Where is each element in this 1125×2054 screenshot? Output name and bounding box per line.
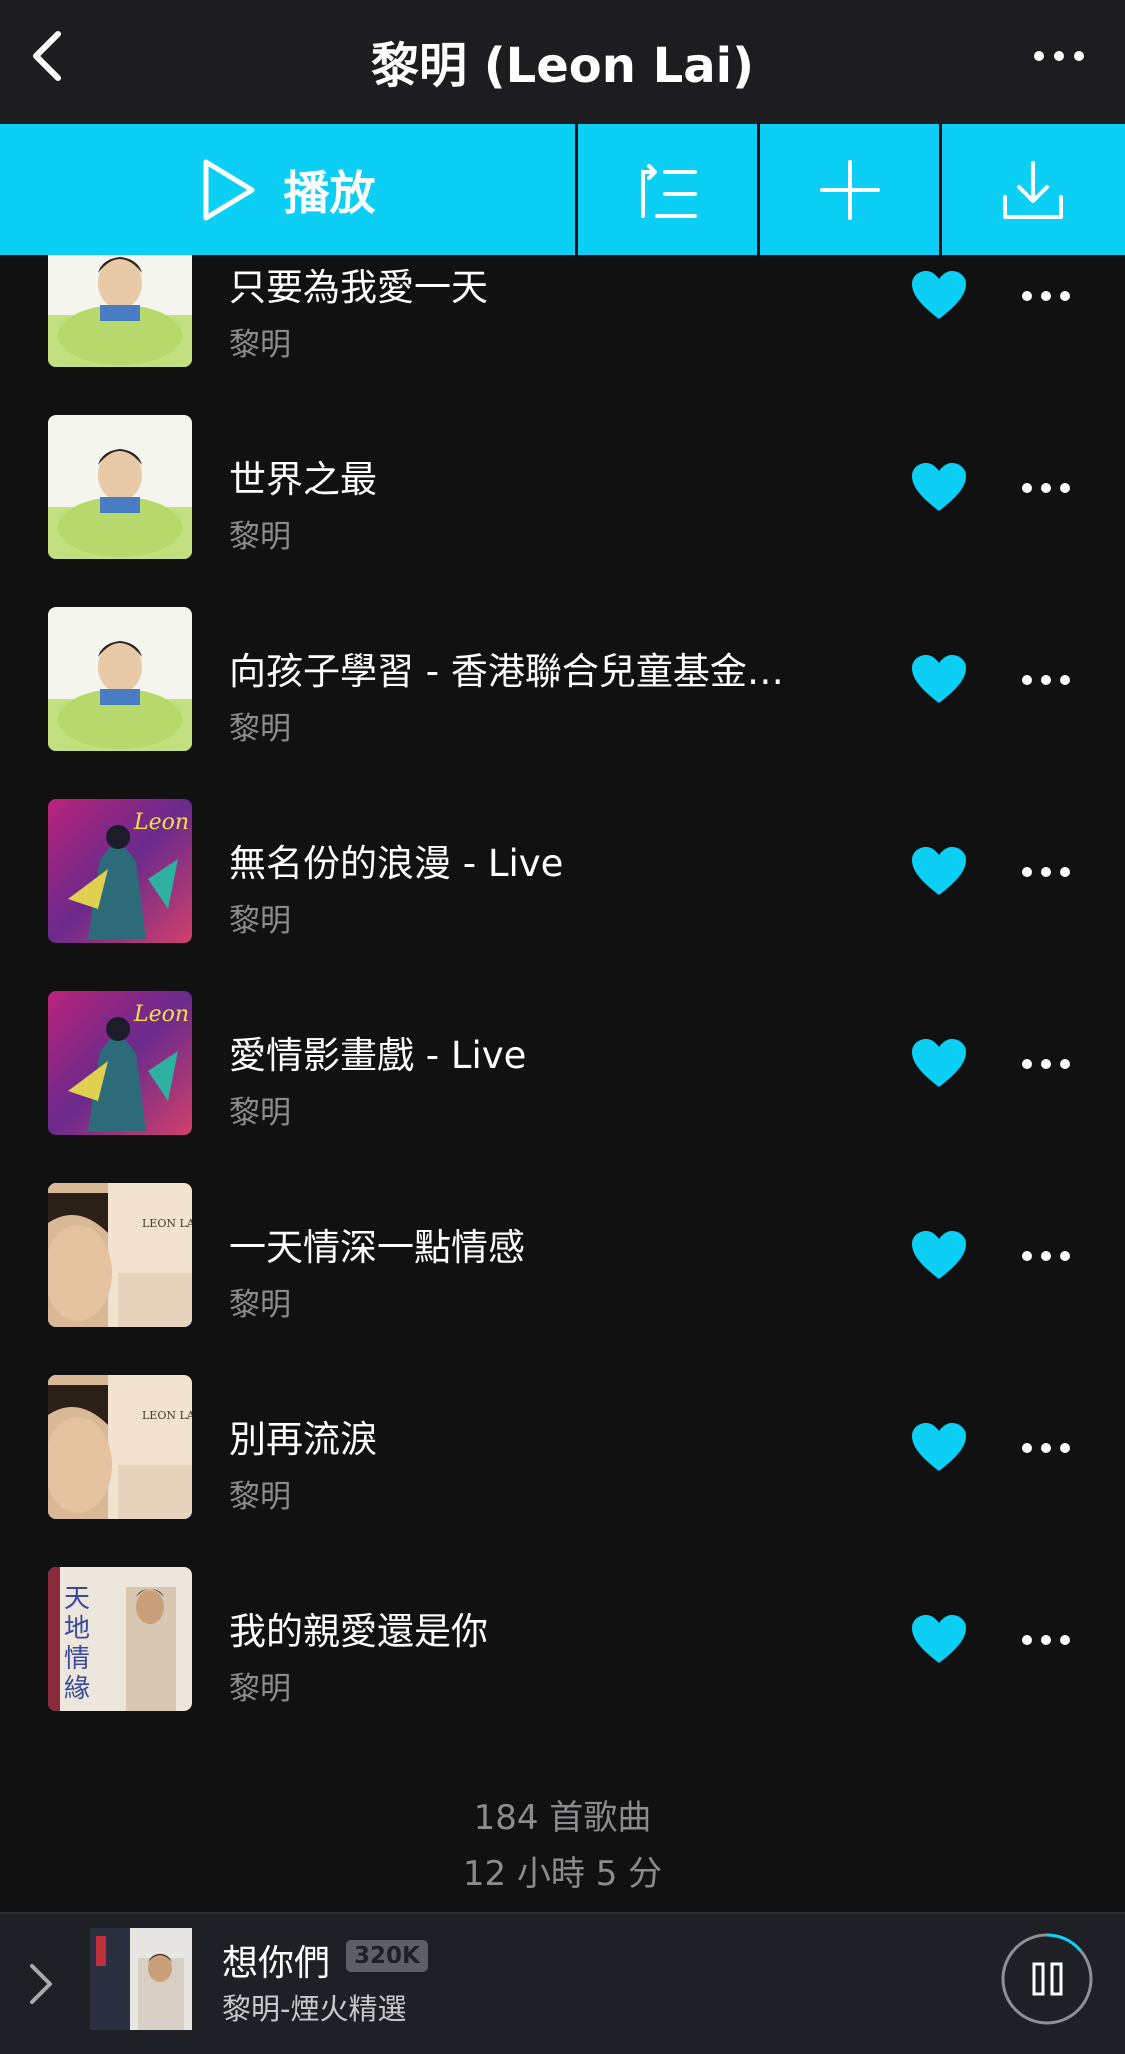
cover-text: 天地情緣 — [64, 1584, 90, 1704]
now-playing-subtitle: 黎明-煙火精選 — [222, 1992, 407, 2026]
more-icon[interactable] — [1020, 1633, 1072, 1647]
song-artist: 黎明 — [229, 327, 291, 363]
download-icon — [1003, 160, 1063, 219]
more-icon[interactable] — [1020, 865, 1072, 879]
album-cover: LEON LAI — [48, 1183, 192, 1327]
song-artist: 黎明 — [229, 711, 291, 747]
play-all-button[interactable]: 播放 — [0, 124, 578, 255]
more-icon[interactable] — [1020, 481, 1072, 495]
chevron-right-icon[interactable] — [22, 1960, 58, 2008]
now-playing-cover — [90, 1928, 192, 2030]
song-title: 向孩子學習 - 香港聯合兒童基金… — [229, 650, 784, 693]
more-icon[interactable] — [1020, 1249, 1072, 1263]
queue-list-icon — [640, 163, 697, 218]
song-row[interactable]: 只要為我愛一天 黎明 — [0, 255, 1125, 391]
add-button[interactable] — [760, 124, 942, 255]
song-title: 一天情深一點情感 — [229, 1226, 525, 1269]
song-artist: 黎明 — [229, 1095, 291, 1131]
song-row[interactable]: Leon 愛情影畫戲 - Live 黎明 — [0, 967, 1125, 1159]
total-duration: 12 小時 5 分 — [462, 1854, 663, 1894]
heart-icon[interactable] — [910, 1229, 968, 1281]
song-row[interactable]: 天地情緣 我的親愛還是你 黎明 — [0, 1543, 1125, 1715]
album-cover — [48, 255, 192, 367]
now-playing-title: 想你們 — [222, 1943, 331, 1984]
more-icon[interactable] — [1020, 289, 1072, 303]
top-bar: 黎明 (Leon Lai) — [0, 0, 1125, 124]
song-row[interactable]: Leon 無名份的浪漫 - Live 黎明 — [0, 775, 1125, 967]
song-title: 我的親愛還是你 — [229, 1610, 488, 1653]
more-options-icon[interactable] — [1029, 34, 1089, 78]
now-playing-bar[interactable]: 想你們 320K 黎明-煙火精選 — [0, 1912, 1125, 2054]
song-row[interactable]: LEON LAI 別再流淚 黎明 — [0, 1351, 1125, 1543]
song-title: 世界之最 — [229, 458, 377, 501]
song-title: 別再流淚 — [229, 1418, 377, 1461]
download-button[interactable] — [942, 124, 1124, 255]
more-icon[interactable] — [1020, 673, 1072, 687]
heart-icon[interactable] — [910, 1613, 968, 1665]
heart-icon[interactable] — [910, 1421, 968, 1473]
album-cover — [48, 415, 192, 559]
album-cover: LEON LAI — [48, 1375, 192, 1519]
heart-icon[interactable] — [910, 269, 968, 321]
play-all-label: 播放 — [283, 165, 376, 220]
play-icon — [203, 159, 254, 220]
more-icon[interactable] — [1020, 1057, 1072, 1071]
pause-button[interactable] — [1000, 1932, 1094, 2026]
song-artist: 黎明 — [229, 1479, 291, 1515]
song-count: 184 首歌曲 — [473, 1798, 652, 1838]
song-row[interactable]: 世界之最 黎明 — [0, 391, 1125, 583]
cover-text: LEON LAI — [142, 1217, 192, 1230]
page-title: 黎明 (Leon Lai) — [370, 38, 755, 94]
song-row[interactable]: LEON LAI 一天情深一點情感 黎明 — [0, 1159, 1125, 1351]
song-row[interactable]: 向孩子學習 - 香港聯合兒童基金… 黎明 — [0, 583, 1125, 775]
more-icon[interactable] — [1020, 1441, 1072, 1455]
cover-text: LEON LAI — [142, 1409, 192, 1422]
action-toolbar: 播放 — [0, 124, 1125, 255]
cover-text: Leon — [133, 1002, 189, 1027]
song-artist: 黎明 — [229, 519, 291, 555]
heart-icon[interactable] — [910, 653, 968, 705]
song-title: 愛情影畫戲 - Live — [229, 1034, 527, 1077]
song-title: 無名份的浪漫 - Live — [229, 842, 564, 885]
heart-icon[interactable] — [910, 1037, 968, 1089]
album-cover: Leon — [48, 991, 192, 1135]
cover-text: Leon — [133, 810, 189, 835]
album-cover: 天地情緣 — [48, 1567, 192, 1711]
quality-badge: 320K — [346, 1940, 428, 1972]
plus-icon — [819, 159, 880, 220]
heart-icon[interactable] — [910, 845, 968, 897]
song-artist: 黎明 — [229, 903, 291, 939]
playlist-queue-button[interactable] — [578, 124, 760, 255]
album-cover — [48, 607, 192, 751]
heart-icon[interactable] — [910, 461, 968, 513]
song-list: 只要為我愛一天 黎明 世界之最 黎明 向孩子學習 - 香港聯合兒童基金… 黎明 — [0, 255, 1125, 1715]
song-artist: 黎明 — [229, 1671, 291, 1707]
album-cover: Leon — [48, 799, 192, 943]
song-artist: 黎明 — [229, 1287, 291, 1323]
song-title: 只要為我愛一天 — [229, 266, 488, 309]
